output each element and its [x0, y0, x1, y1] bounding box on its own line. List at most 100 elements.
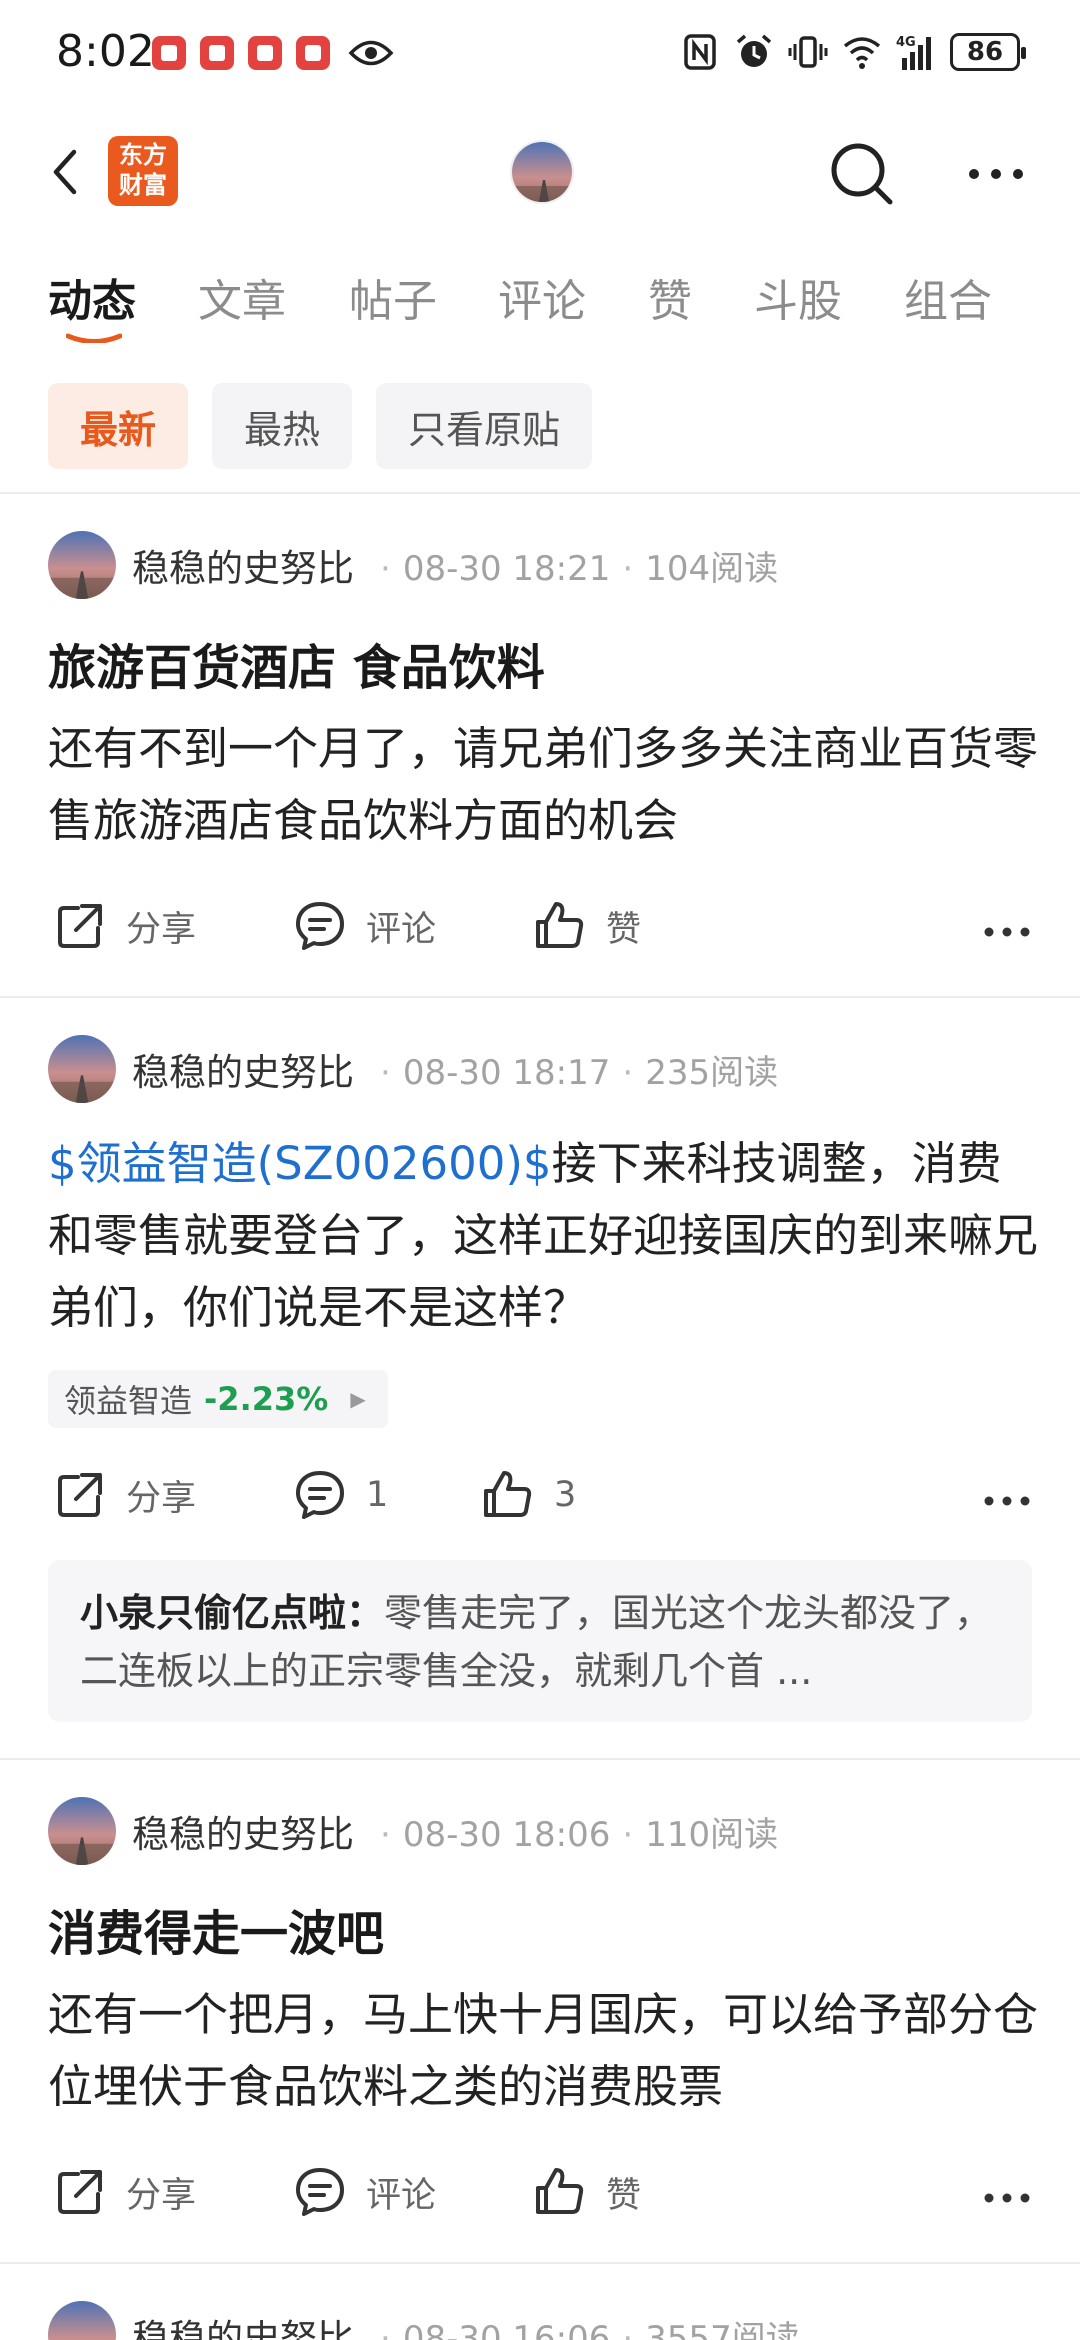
read-count: 104阅读 — [645, 548, 779, 589]
author-name[interactable]: 稳稳的史努比 — [132, 1804, 354, 1858]
stock-quote-tag[interactable]: 领益智造 -2.23% ▶ — [48, 1370, 388, 1428]
separator: · — [622, 2318, 634, 2340]
thumbs-up-icon — [536, 2168, 584, 2214]
user-avatar[interactable] — [510, 140, 574, 204]
post-body[interactable]: $领益智造(SZ002600)$接下来科技调整，消费和零售就要登台了，这样正好迎… — [48, 1128, 1038, 1344]
back-arrow-icon[interactable] — [40, 142, 100, 202]
post-title[interactable]: 旅游百货酒店 食品饮料 — [48, 628, 545, 698]
author-avatar[interactable] — [48, 2301, 116, 2340]
post-time: 08-30 18:21 — [402, 548, 611, 589]
post-divider — [0, 996, 1080, 998]
comment-icon — [296, 1471, 344, 1519]
avatar-image — [48, 2301, 116, 2340]
post-more-icon[interactable] — [980, 1481, 1034, 1521]
alarm-icon — [736, 34, 772, 67]
top-reply-preview[interactable]: 小泉只偷亿点啦：零售走完了，国光这个龙头都没了，二连板以上的正宗零售全没，就剩几… — [48, 1560, 1032, 1722]
separator: · — [622, 1814, 634, 1855]
comment-label: 评论 — [366, 2175, 437, 2216]
author-name[interactable]: 稳稳的史努比 — [132, 538, 354, 592]
post-item[interactable]: 稳稳的史努比 · 08-30 16:06 · 3557阅读 — [0, 2300, 1080, 2340]
stock-mention-link[interactable]: $领益智造(SZ002600)$ — [48, 1137, 552, 1190]
comment-label: 评论 — [366, 909, 437, 950]
share-button[interactable]: 分享 — [52, 2164, 196, 2220]
thumbs-up-icon — [484, 1471, 532, 1517]
post-actions: 分享 评论 赞 — [0, 898, 1080, 968]
post-body[interactable]: 还有一个把月，马上快十月国庆，可以给予部分仓位埋伏于食品饮料之类的消费股票 — [48, 1979, 1038, 2123]
read-count: 110阅读 — [645, 1814, 779, 1855]
app-notification-icon — [200, 36, 234, 70]
system-icons: 4G 86 — [680, 32, 1026, 72]
post-more-icon[interactable] — [980, 2178, 1034, 2218]
author-name[interactable]: 稳稳的史努比 — [132, 1042, 354, 1096]
comment-button[interactable]: 评论 — [292, 2164, 436, 2220]
tab-dynamic[interactable]: 动态 — [48, 265, 136, 329]
read-count: 235阅读 — [645, 1052, 779, 1093]
post-author-row: 稳稳的史努比 · 08-30 16:06 · 3557阅读 — [48, 2300, 800, 2340]
post-item[interactable]: 稳稳的史努比 · 08-30 18:21 · 104阅读 旅游百货酒店 食品饮料 还有… — [0, 530, 1080, 990]
post-time: 08-30 16:06 — [402, 2318, 611, 2340]
post-item[interactable]: 稳稳的史努比 · 08-30 18:06 · 110阅读 消费得走一波吧 还有一个把月… — [0, 1796, 1080, 2256]
post-meta: · 08-30 18:21 · 104阅读 — [368, 541, 778, 590]
post-actions: 分享 评论 赞 — [0, 2164, 1080, 2234]
post-body[interactable]: 还有不到一个月了，请兄弟们多多关注商业百货零售旅游酒店食品饮料方面的机会 — [48, 713, 1038, 857]
like-button[interactable]: 赞 — [532, 2164, 641, 2220]
notification-icons — [152, 36, 394, 70]
app-notification-icon — [296, 36, 330, 70]
post-title[interactable]: 消费得走一波吧 — [48, 1894, 384, 1964]
post-meta: · 08-30 18:06 · 110阅读 — [368, 1807, 778, 1856]
comment-button[interactable]: 评论 — [292, 898, 436, 954]
status-time: 8:02 — [56, 26, 155, 77]
share-icon — [58, 1473, 102, 1517]
filter-original-only[interactable]: 只看原贴 — [376, 383, 593, 469]
share-button[interactable]: 分享 — [52, 898, 196, 954]
post-item[interactable]: 稳稳的史努比 · 08-30 18:17 · 235阅读 $领益智造(SZ002600… — [0, 1034, 1080, 1734]
comment-count: 1 — [366, 1475, 389, 1515]
like-count: 3 — [554, 1475, 577, 1515]
separator: · — [380, 2318, 391, 2340]
post-time: 08-30 18:17 — [402, 1052, 611, 1093]
tab-comments[interactable]: 评论 — [498, 265, 586, 329]
battery-indicator: 86 — [950, 33, 1026, 71]
avatar-image — [512, 142, 572, 202]
share-icon — [58, 904, 102, 948]
avatar-image — [48, 1797, 116, 1865]
more-options-icon[interactable] — [964, 148, 1028, 200]
author-avatar[interactable] — [48, 1797, 116, 1865]
app-logo: 东方 财富 — [108, 136, 178, 206]
share-button[interactable]: 分享 — [52, 1467, 196, 1523]
post-author-row: 稳稳的史努比 · 08-30 18:06 · 110阅读 — [48, 1796, 778, 1866]
post-meta: · 08-30 18:17 · 235阅读 — [368, 1045, 778, 1094]
post-more-icon[interactable] — [980, 912, 1034, 952]
author-avatar[interactable] — [48, 1035, 116, 1103]
share-label: 分享 — [126, 909, 197, 950]
like-button[interactable]: 赞 — [532, 898, 641, 954]
share-label: 分享 — [126, 1478, 197, 1519]
post-author-row: 稳稳的史努比 · 08-30 18:21 · 104阅读 — [48, 530, 778, 600]
comment-icon — [296, 902, 344, 950]
like-button[interactable]: 3 — [480, 1467, 576, 1523]
tab-likes[interactable]: 赞 — [648, 265, 692, 329]
reply-author[interactable]: 小泉只偷亿点啦： — [80, 1591, 384, 1635]
tab-portfolio[interactable]: 组合 — [904, 265, 992, 329]
share-icon — [58, 2170, 102, 2214]
status-bar: 8:02 4G 86 — [0, 0, 1080, 110]
share-label: 分享 — [126, 2175, 197, 2216]
post-time: 08-30 18:06 — [402, 1814, 611, 1855]
author-name[interactable]: 稳稳的史努比 — [132, 2308, 354, 2340]
comment-button[interactable]: 1 — [292, 1467, 388, 1523]
search-icon[interactable] — [826, 138, 898, 210]
read-count: 3557阅读 — [645, 2318, 800, 2340]
stock-change: -2.23% — [204, 1380, 329, 1418]
filter-hottest[interactable]: 最热 — [212, 383, 353, 469]
filter-latest[interactable]: 最新 — [48, 383, 189, 469]
tab-articles[interactable]: 文章 — [198, 265, 286, 329]
separator: · — [380, 1814, 391, 1855]
tab-stock-battle[interactable]: 斗股 — [754, 265, 842, 329]
app-notification-icon — [248, 36, 282, 70]
tab-posts[interactable]: 帖子 — [349, 265, 437, 329]
top-nav-bar: 东方 财富 — [0, 120, 1080, 230]
separator: · — [622, 548, 634, 589]
post-meta: · 08-30 16:06 · 3557阅读 — [368, 2311, 800, 2340]
author-avatar[interactable] — [48, 531, 116, 599]
nfc-icon — [684, 34, 716, 70]
